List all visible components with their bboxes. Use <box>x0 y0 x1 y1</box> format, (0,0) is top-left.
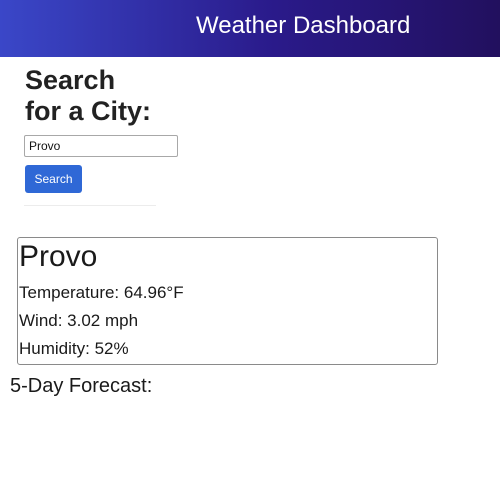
app-header: Weather Dashboard <box>0 0 500 57</box>
current-city-name: Provo <box>19 240 98 273</box>
search-heading-line-1: Search <box>25 65 116 95</box>
search-divider <box>24 205 156 206</box>
search-button[interactable]: Search <box>25 165 82 193</box>
current-temperature: Temperature: 64.96°F <box>19 283 184 302</box>
search-heading-line-2: for a City: <box>25 96 152 126</box>
app-title: Weather Dashboard <box>196 12 411 39</box>
city-search-input[interactable] <box>24 135 178 157</box>
current-wind: Wind: 3.02 mph <box>19 311 139 330</box>
current-humidity: Humidity: 52% <box>19 339 129 358</box>
current-weather-card: Provo Temperature: 64.96°F Wind: 3.02 mp… <box>17 237 438 365</box>
search-heading: Search for a City: <box>25 65 165 127</box>
forecast-heading: 5-Day Forecast: <box>10 375 153 397</box>
